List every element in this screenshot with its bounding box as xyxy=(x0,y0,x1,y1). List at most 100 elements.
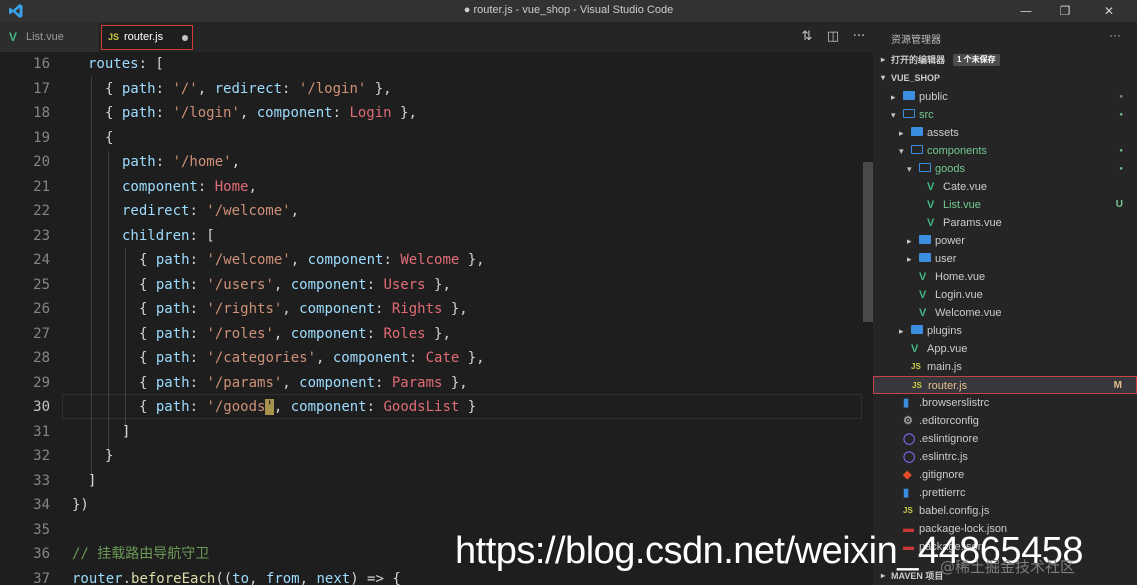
code-line: 33 ] xyxy=(33,473,97,489)
tree-item[interactable]: V Login.vue xyxy=(873,286,1137,304)
tree-item[interactable]: JS router.js M xyxy=(873,376,1137,394)
explorer-title: 资源管理器 xyxy=(891,35,941,46)
tree-item[interactable]: JS main.js xyxy=(873,358,1137,376)
tree-item[interactable]: ▸ user xyxy=(873,250,1137,268)
open-changes-icon[interactable]: ⇅ xyxy=(798,28,816,46)
tree-item-label: src xyxy=(919,109,934,121)
tree-item[interactable]: ▾ components ● xyxy=(873,142,1137,160)
chevron-down-icon[interactable]: ▾ xyxy=(891,106,896,124)
tree-item-label: .browserslistrc xyxy=(919,397,990,409)
tree-item-label: .eslintignore xyxy=(919,433,979,445)
folder-open-icon xyxy=(903,106,915,124)
vue-icon: V xyxy=(927,181,935,193)
explorer-more-icon[interactable]: ··· xyxy=(1109,28,1121,42)
unsaved-dot-icon[interactable] xyxy=(182,35,188,41)
tree-item[interactable]: V Welcome.vue xyxy=(873,304,1137,322)
code-editor[interactable]: 16 routes: [ 17 { path: '/', redirect: '… xyxy=(0,52,873,585)
tree-item-label: .prettierrc xyxy=(919,487,966,499)
tree-item[interactable]: V List.vue U xyxy=(873,196,1137,214)
code-line: 16 routes: [ xyxy=(33,56,164,72)
tree-item[interactable]: ▮ .prettierrc xyxy=(873,484,1137,502)
chevron-right-icon[interactable]: ▸ xyxy=(899,322,904,340)
tree-item-label: public xyxy=(919,91,948,103)
folder-icon xyxy=(911,124,923,142)
code-line: 27 { path: '/roles', component: Roles }, xyxy=(33,326,451,342)
code-line: 19 { xyxy=(33,130,114,146)
tree-item-label: App.vue xyxy=(927,343,968,355)
tree-item-label: goods xyxy=(935,163,965,175)
tree-item[interactable]: ▸ assets xyxy=(873,124,1137,142)
vue-icon: V xyxy=(919,307,927,319)
tree-item[interactable]: ▾ src ● xyxy=(873,106,1137,124)
code-line: 21 component: Home, xyxy=(33,179,257,195)
vue-icon: V xyxy=(919,289,927,301)
tree-item[interactable]: V Params.vue xyxy=(873,214,1137,232)
tree-item-label: Cate.vue xyxy=(943,181,988,193)
code-line: 29 { path: '/params', component: Params … xyxy=(33,375,468,391)
chevron-right-icon: ▸ xyxy=(881,55,886,64)
code-line: 17 { path: '/', redirect: '/login' }, xyxy=(33,81,392,97)
tree-item-label: components xyxy=(927,145,987,157)
tree-item[interactable]: ▾ goods ● xyxy=(873,160,1137,178)
chevron-down-icon[interactable]: ▾ xyxy=(907,160,912,178)
vue-icon: V xyxy=(927,217,935,229)
code-line: 18 { path: '/login', component: Login }, xyxy=(33,105,417,121)
code-line: 31 ] xyxy=(33,424,131,440)
tree-item[interactable]: V App.vue xyxy=(873,340,1137,358)
maximize-button[interactable]: ❐ xyxy=(1042,0,1088,22)
eslint-icon: ◯ xyxy=(903,433,916,445)
code-line: 32 } xyxy=(33,448,114,464)
vue-icon: V xyxy=(911,343,919,355)
code-line: 25 { path: '/users', component: Users }, xyxy=(33,277,451,293)
tree-item[interactable]: ▸ public ● xyxy=(873,88,1137,106)
more-actions-icon[interactable]: ··· xyxy=(850,28,868,46)
tree-item[interactable]: JS babel.config.js xyxy=(873,502,1137,520)
tree-item[interactable]: ◆ .gitignore xyxy=(873,466,1137,484)
folder-open-icon xyxy=(911,142,923,160)
tab-list-vue[interactable]: V List.vue xyxy=(0,22,98,52)
code-line-active: 30 { path: '/goods', component: GoodsLis… xyxy=(33,399,477,415)
tree-item-label: Login.vue xyxy=(935,289,983,301)
tree-item[interactable]: ▸ plugins xyxy=(873,322,1137,340)
chevron-down-icon[interactable]: ▾ xyxy=(899,142,904,160)
chevron-right-icon[interactable]: ▸ xyxy=(907,232,912,250)
split-editor-icon[interactable]: ◫ xyxy=(824,28,842,46)
tree-item-label: babel.config.js xyxy=(919,505,990,517)
tree-item[interactable]: ⚙ .editorconfig xyxy=(873,412,1137,430)
folder-icon xyxy=(903,88,915,106)
window-title: ● router.js - vue_shop - Visual Studio C… xyxy=(463,4,674,16)
tab-router-js[interactable]: JS router.js xyxy=(101,25,193,50)
git-status-badge: ● xyxy=(1119,112,1123,118)
folder-icon xyxy=(911,322,923,340)
close-button[interactable]: ✕ xyxy=(1086,0,1132,22)
chevron-right-icon[interactable]: ▸ xyxy=(907,250,912,268)
text-cursor: ' xyxy=(265,399,274,415)
tree-item-label: Welcome.vue xyxy=(935,307,1002,319)
editor-scrollbar-thumb[interactable] xyxy=(863,162,873,322)
tree-item[interactable]: ▮ .browserslistrc xyxy=(873,394,1137,412)
project-section[interactable]: ▾ VUE_SHOP xyxy=(873,69,1137,87)
explorer-sidebar: 资源管理器 ··· ▸ 打开的编辑器 1 个未保存 ▾ VUE_SHOP ▸ pu… xyxy=(873,22,1137,585)
open-editors-section[interactable]: ▸ 打开的编辑器 1 个未保存 xyxy=(873,51,1137,69)
git-status-badge: U xyxy=(1115,199,1123,210)
tree-item[interactable]: ◯ .eslintignore xyxy=(873,430,1137,448)
tree-item-label: assets xyxy=(927,127,959,139)
tree-item[interactable]: V Cate.vue xyxy=(873,178,1137,196)
js-icon: JS xyxy=(903,506,913,515)
tree-item-label: .eslintrc.js xyxy=(919,451,968,463)
tree-item[interactable]: ▸ power xyxy=(873,232,1137,250)
tree-item[interactable]: ◯ .eslintrc.js xyxy=(873,448,1137,466)
vue-icon: V xyxy=(919,271,927,283)
tree-item-label: Params.vue xyxy=(943,217,1002,229)
tree-item-label: router.js xyxy=(928,380,968,392)
code-line: 28 { path: '/categories', component: Cat… xyxy=(33,350,485,366)
code-line: 26 { path: '/rights', component: Rights … xyxy=(33,301,468,317)
tree-item[interactable]: V Home.vue xyxy=(873,268,1137,286)
chevron-right-icon[interactable]: ▸ xyxy=(891,88,896,106)
chevron-right-icon[interactable]: ▸ xyxy=(899,124,904,142)
tree-item-label: List.vue xyxy=(943,199,981,211)
folder-icon xyxy=(919,250,931,268)
tree-item-label: main.js xyxy=(927,361,962,373)
code-line: 24 { path: '/welcome', component: Welcom… xyxy=(33,252,485,268)
gear-icon: ⚙ xyxy=(903,415,913,427)
